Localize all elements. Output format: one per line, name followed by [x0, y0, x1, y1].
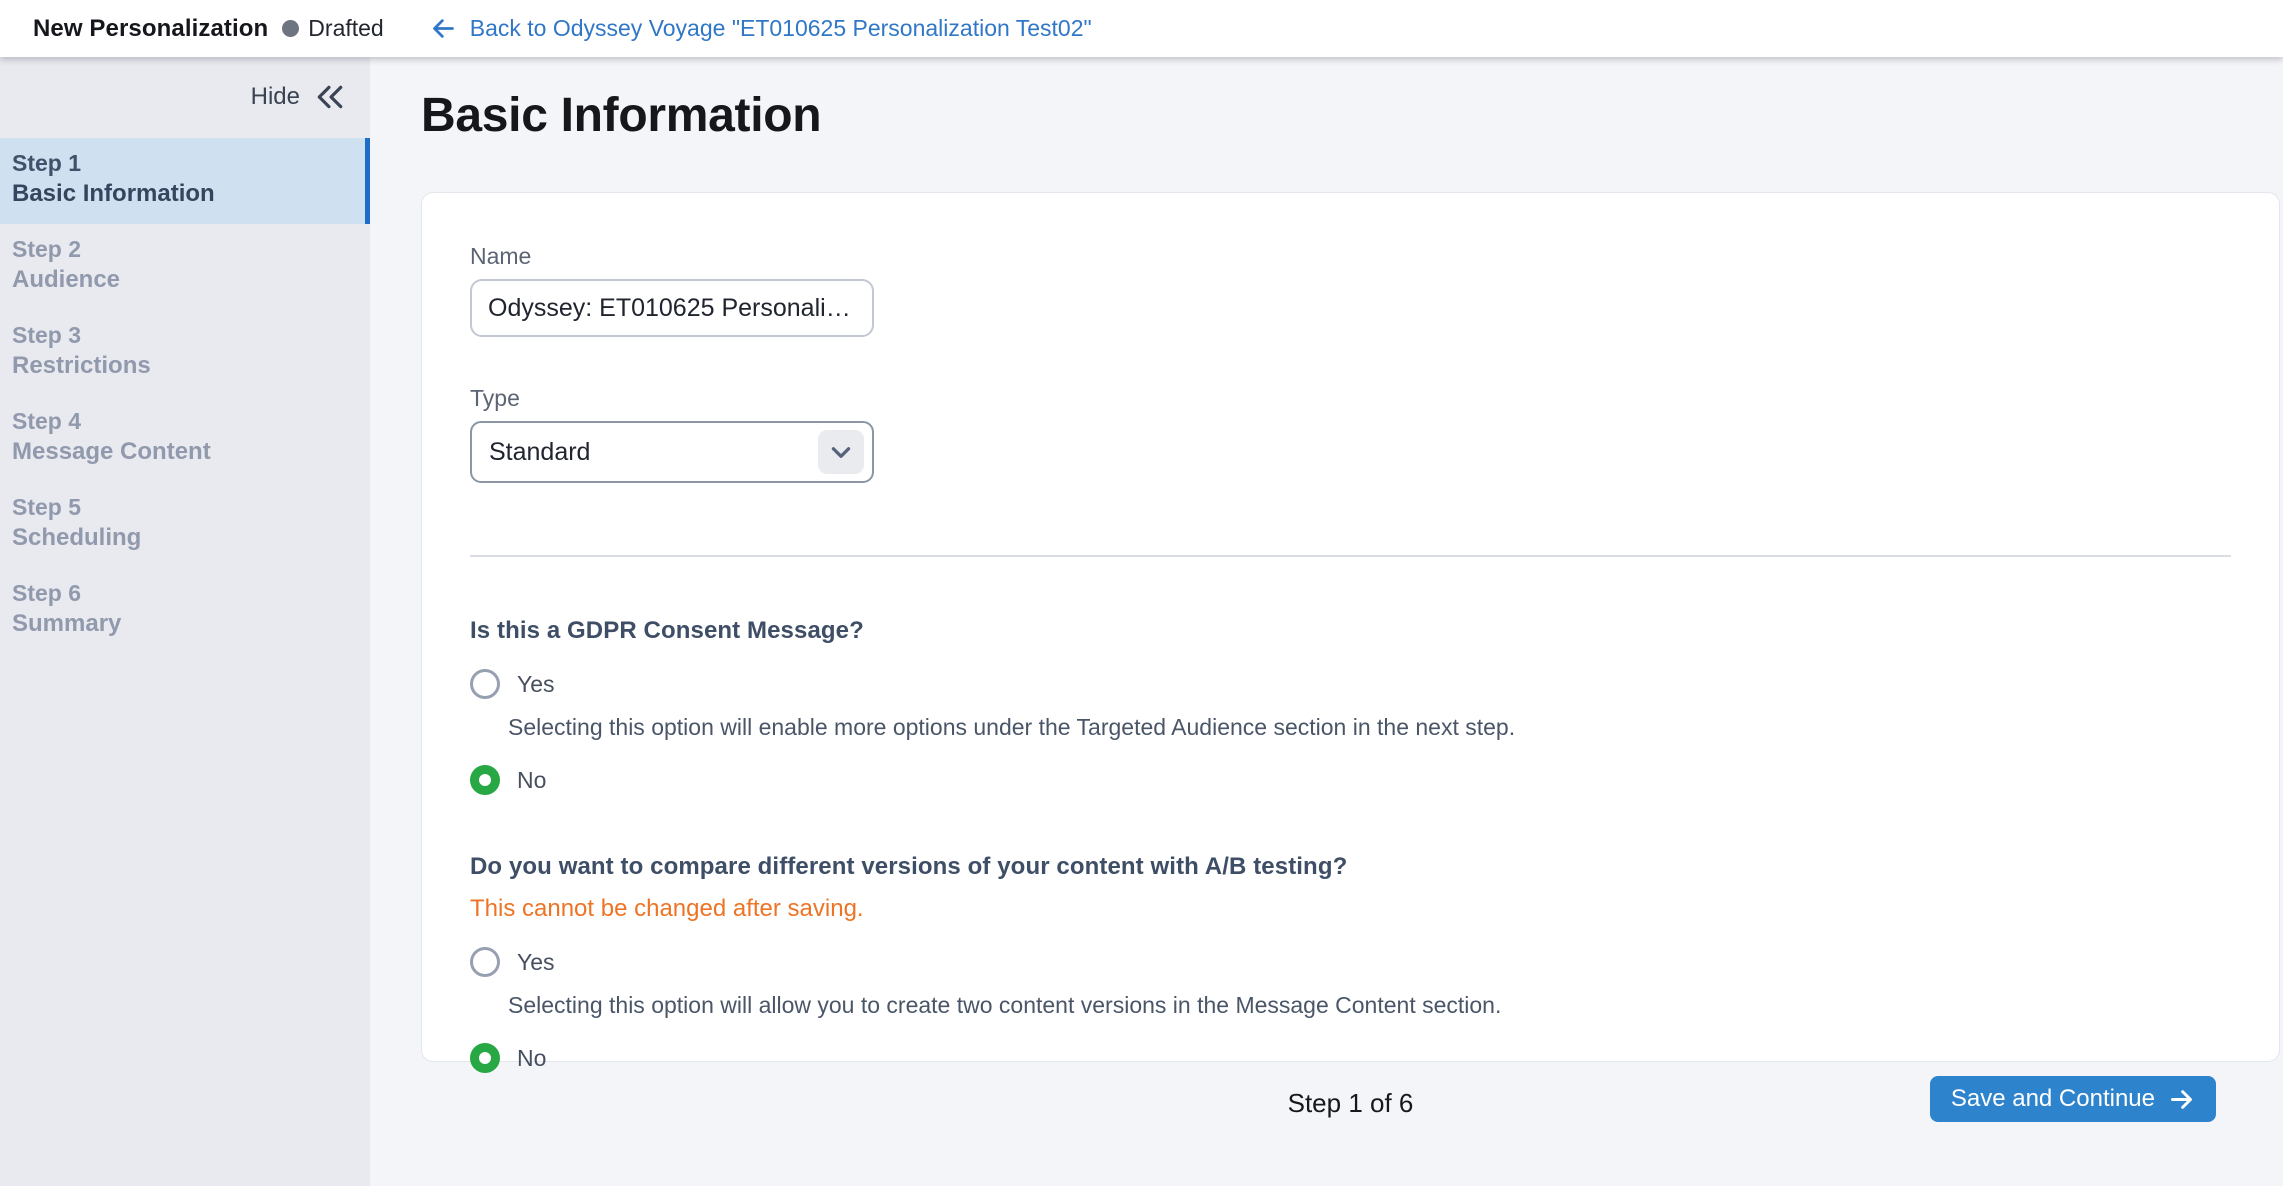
gdpr-question: Is this a GDPR Consent Message? [470, 617, 2231, 645]
step-label: Audience [12, 264, 354, 295]
ab-yes-label: Yes [517, 949, 555, 976]
step-label: Message Content [12, 436, 354, 467]
gdpr-yes-helper: Selecting this option will enable more o… [508, 714, 2231, 741]
back-arrow-icon [430, 15, 457, 42]
name-input[interactable] [470, 279, 874, 337]
type-select[interactable]: Standard [470, 421, 874, 483]
section-divider [470, 555, 2231, 557]
top-bar: New Personalization Drafted Back to Odys… [0, 0, 2283, 57]
window-title: New Personalization [33, 15, 268, 43]
back-link-label: Back to Odyssey Voyage "ET010625 Persona… [470, 15, 1092, 42]
step-label: Scheduling [12, 522, 354, 553]
ab-testing-question: Do you want to compare different version… [470, 853, 2231, 881]
step-label: Summary [12, 608, 354, 639]
type-label: Type [470, 385, 2231, 412]
name-field-group: Name [470, 243, 2231, 337]
step-label: Restrictions [12, 350, 354, 381]
gdpr-yes-label: Yes [517, 671, 555, 698]
step-list: Step 1 Basic Information Step 2 Audience… [0, 138, 370, 654]
sidebar-item-scheduling[interactable]: Step 5 Scheduling [0, 482, 370, 568]
gdpr-yes-option[interactable]: Yes [470, 669, 2231, 699]
step-number: Step 1 [12, 148, 349, 178]
gdpr-no-label: No [517, 767, 546, 794]
basic-information-card: Name Type Standard Is this a GDPR Consen… [421, 192, 2280, 1062]
step-label: Basic Information [12, 178, 349, 209]
type-select-chevron-button[interactable] [818, 430, 864, 474]
ab-yes-option[interactable]: Yes [470, 947, 2231, 977]
save-button-label: Save and Continue [1951, 1085, 2155, 1113]
wizard-footer: Step 1 of 6 Save and Continue [421, 1062, 2280, 1186]
ab-testing-warning: This cannot be changed after saving. [470, 895, 2231, 923]
page-title: Basic Information [421, 87, 2280, 145]
type-field-group: Type Standard [470, 385, 2231, 483]
hide-label: Hide [251, 83, 300, 111]
status-dot-icon [282, 20, 299, 37]
ab-testing-question-block: Do you want to compare different version… [470, 853, 2231, 1073]
chevrons-left-icon [315, 84, 345, 110]
step-number: Step 4 [12, 406, 354, 436]
step-number: Step 5 [12, 492, 354, 522]
chevron-down-icon [828, 439, 854, 465]
gdpr-question-block: Is this a GDPR Consent Message? Yes Sele… [470, 617, 2231, 795]
radio-unchecked-icon[interactable] [470, 947, 500, 977]
sidebar-item-restrictions[interactable]: Step 3 Restrictions [0, 310, 370, 396]
name-label: Name [470, 243, 2231, 270]
arrow-right-icon [2168, 1086, 2195, 1113]
sidebar-item-summary[interactable]: Step 6 Summary [0, 568, 370, 654]
step-number: Step 3 [12, 320, 354, 350]
step-number: Step 6 [12, 578, 354, 608]
main-content: Basic Information Name Type Standard Is … [370, 57, 2283, 1186]
step-indicator: Step 1 of 6 [1288, 1088, 1414, 1119]
sidebar-item-message-content[interactable]: Step 4 Message Content [0, 396, 370, 482]
status-badge: Drafted [308, 15, 383, 42]
back-link[interactable]: Back to Odyssey Voyage "ET010625 Persona… [430, 15, 1092, 42]
hide-sidebar-button[interactable]: Hide [0, 57, 370, 111]
ab-yes-helper: Selecting this option will allow you to … [508, 992, 2231, 1019]
sidebar-item-basic-information[interactable]: Step 1 Basic Information [0, 138, 370, 224]
type-select-value: Standard [472, 438, 818, 467]
sidebar-item-audience[interactable]: Step 2 Audience [0, 224, 370, 310]
radio-checked-icon[interactable] [470, 765, 500, 795]
wizard-sidebar: Hide Step 1 Basic Information Step 2 Aud… [0, 57, 370, 1186]
gdpr-no-option[interactable]: No [470, 765, 2231, 795]
radio-unchecked-icon[interactable] [470, 669, 500, 699]
step-number: Step 2 [12, 234, 354, 264]
save-and-continue-button[interactable]: Save and Continue [1930, 1076, 2216, 1122]
